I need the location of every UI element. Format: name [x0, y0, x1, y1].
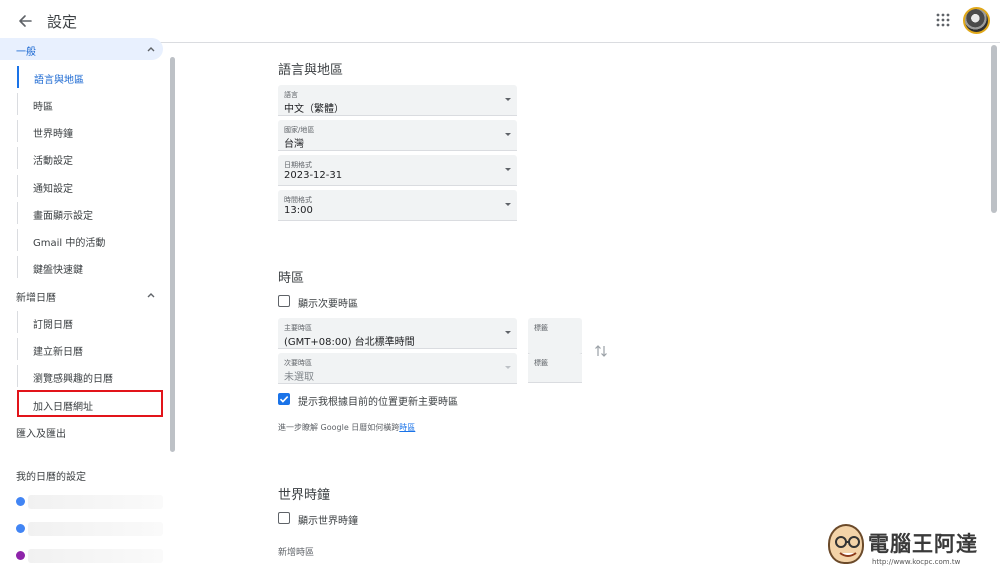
sidebar-item-world-clock[interactable]: 世界時鐘: [17, 120, 163, 142]
sidebar-section-label: 一般: [16, 47, 36, 58]
field-value: 中文（繁體）: [284, 104, 344, 115]
field-caption: 標籤: [534, 359, 548, 367]
checkbox-label: 顯示次要時區: [298, 299, 358, 310]
country-select[interactable]: 國家/地區 台灣: [278, 120, 517, 151]
sidebar-item-label: 畫面顯示設定: [33, 211, 93, 222]
primary-timezone-label-input[interactable]: 標籤: [528, 318, 582, 354]
avatar[interactable]: [963, 7, 990, 34]
sidebar-item-label: 通知設定: [33, 184, 73, 195]
calendar-color-dot: [16, 524, 25, 533]
sidebar-item-label: Gmail 中的活動: [33, 238, 106, 249]
field-value: 13:00: [284, 205, 313, 216]
sidebar-item-label: 建立新日曆: [33, 347, 83, 358]
sidebar-item-label: 時區: [33, 102, 53, 113]
blurred-calendar-name[interactable]: [28, 522, 163, 536]
sidebar-item-timezone[interactable]: 時區: [17, 93, 163, 115]
sidebar-item-view-options[interactable]: 畫面顯示設定: [17, 202, 163, 224]
watermark-logo: 電腦王阿達 http://www.kocpc.com.tw: [822, 522, 1000, 570]
sidebar-item-label: 鍵盤快速鍵: [33, 265, 83, 276]
sidebar-item-label: 語言與地區: [34, 75, 84, 86]
language-select[interactable]: 語言 中文（繁體）: [278, 85, 517, 116]
auto-update-timezone-checkbox[interactable]: [278, 393, 290, 405]
checkbox-label: 顯示世界時鐘: [298, 516, 358, 527]
field-caption: 標籤: [534, 324, 548, 332]
sidebar-item-notification-settings[interactable]: 通知設定: [17, 175, 163, 197]
back-arrow-icon[interactable]: [14, 10, 36, 32]
sidebar-item-language-region[interactable]: 語言與地區: [17, 66, 163, 88]
chevron-up-icon: [145, 289, 157, 301]
sidebar-item-label: 瀏覽感興趣的日曆: [33, 374, 113, 385]
sidebar-item-event-settings[interactable]: 活動設定: [17, 147, 163, 169]
timezone-learn-more-link[interactable]: 時區: [399, 423, 415, 432]
show-world-clock-checkbox[interactable]: [278, 512, 290, 524]
page-title: 設定: [47, 13, 78, 31]
swap-timezones-icon[interactable]: [594, 343, 608, 359]
field-caption: 日期格式: [284, 161, 312, 169]
field-caption: 主要時區: [284, 324, 312, 332]
mascot-face-icon: [828, 524, 864, 564]
sidebar-section-label: 新增日曆: [16, 293, 56, 304]
top-bar: 設定: [0, 0, 1000, 43]
field-value: 2023-12-31: [284, 170, 343, 181]
field-caption: 語言: [284, 91, 298, 99]
highlight-annotation-box: [17, 390, 163, 417]
sidebar-item-gmail-events[interactable]: Gmail 中的活動: [17, 229, 163, 251]
my-calendars-heading: 我的日曆的設定: [16, 472, 86, 483]
sidebar-item-browse-calendars[interactable]: 瀏覽感興趣的日曆: [17, 365, 163, 387]
calendar-color-dot: [16, 551, 25, 560]
blurred-calendar-name[interactable]: [28, 495, 163, 509]
sidebar-item-label: 世界時鐘: [33, 129, 73, 140]
dropdown-caret-icon: [505, 168, 511, 171]
add-timezone-label: 新增時區: [278, 548, 315, 558]
primary-timezone-select[interactable]: 主要時區 (GMT+08:00) 台北標準時間: [278, 318, 517, 349]
sidebar-section-add-calendar[interactable]: 新增日曆: [0, 284, 163, 306]
watermark-url: http://www.kocpc.com.tw: [872, 558, 961, 566]
sidebar-item-subscribe-calendar[interactable]: 訂閱日曆: [17, 311, 163, 333]
blurred-calendar-name[interactable]: [28, 549, 163, 563]
field-caption: 國家/地區: [284, 126, 315, 134]
sidebar-item-create-calendar[interactable]: 建立新日曆: [17, 338, 163, 360]
dropdown-caret-icon: [505, 331, 511, 334]
secondary-timezone-label-input[interactable]: 標籤: [528, 353, 582, 383]
calendar-color-dot: [16, 497, 25, 506]
field-value: 台灣: [284, 139, 304, 150]
apps-grid-icon[interactable]: [935, 12, 951, 28]
secondary-timezone-select[interactable]: 次要時區 未選取: [278, 353, 517, 384]
section-title-language-region: 語言與地區: [278, 63, 344, 78]
sidebar-item-keyboard-shortcuts[interactable]: 鍵盤快速鍵: [17, 256, 163, 278]
sidebar-scrollbar[interactable]: [170, 57, 175, 452]
section-title-world-clock: 世界時鐘: [278, 488, 331, 503]
field-value: 未選取: [284, 372, 314, 383]
checkbox-label: 提示我根據目前的位置更新主要時區: [298, 397, 458, 408]
dropdown-caret-icon: [505, 133, 511, 136]
sidebar-item-label: 活動設定: [33, 156, 73, 167]
helper-text: 進一步瞭解 Google 日曆如何橫跨: [278, 423, 400, 432]
chevron-up-icon: [145, 43, 157, 55]
show-secondary-timezone-checkbox[interactable]: [278, 295, 290, 307]
dropdown-caret-icon: [505, 366, 511, 369]
time-format-select[interactable]: 時間格式 13:00: [278, 190, 517, 221]
field-caption: 時間格式: [284, 196, 312, 204]
field-caption: 次要時區: [284, 359, 312, 367]
date-format-select[interactable]: 日期格式 2023-12-31: [278, 155, 517, 186]
timezone-helper-text: 進一步瞭解 Google 日曆如何橫跨時區: [278, 422, 415, 433]
section-title-timezone: 時區: [278, 271, 305, 286]
sidebar-item-label: 訂閱日曆: [33, 320, 73, 331]
dropdown-caret-icon: [505, 203, 511, 206]
field-value: (GMT+08:00) 台北標準時間: [284, 337, 415, 348]
dropdown-caret-icon: [505, 98, 511, 101]
sidebar-item-import-export[interactable]: 匯入及匯出: [16, 425, 66, 440]
main-scrollbar[interactable]: [991, 45, 997, 213]
sidebar-section-general[interactable]: 一般: [0, 38, 163, 60]
watermark-brand-text: 電腦王阿達: [868, 532, 978, 556]
